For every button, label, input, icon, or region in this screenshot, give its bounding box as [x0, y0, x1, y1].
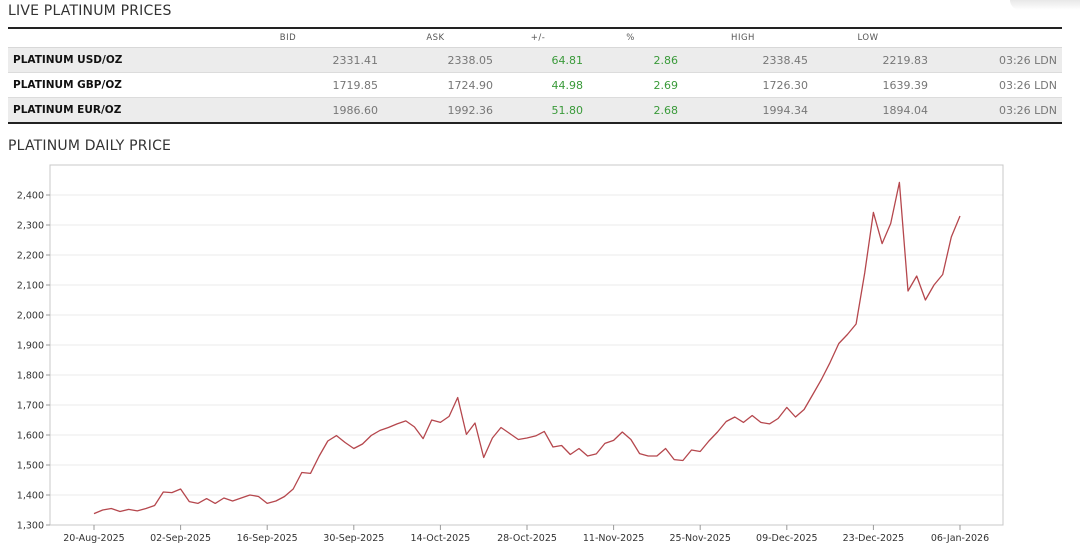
ask-value: 1992.36 [447, 103, 494, 117]
x-tick-label: 30-Sep-2025 [323, 533, 384, 543]
high-value: 1726.30 [762, 78, 809, 92]
y-tick-label: 2,100 [17, 281, 44, 292]
live-prices-table: BID ASK +/- % HIGH LOW PLATINUM USD/OZ 2… [8, 27, 1062, 124]
y-tick-label: 2,400 [17, 191, 44, 202]
live-prices-title: LIVE PLATINUM PRICES [8, 3, 172, 19]
daily-chart-title: PLATINUM DAILY PRICE [8, 138, 172, 154]
x-axis: 20-Aug-2025 02-Sep-2025 16-Sep-2025 30-Sep-… [63, 525, 989, 543]
col-header-low: LOW [857, 33, 879, 43]
y-tick-label: 1,700 [17, 401, 44, 412]
y-tick-label: 1,900 [17, 341, 44, 352]
low-value: 2219.83 [882, 53, 929, 67]
x-tick-label: 16-Sep-2025 [237, 533, 298, 543]
bid-value: 1986.60 [332, 103, 379, 117]
ask-value: 1724.90 [447, 78, 494, 92]
change-value: 44.98 [551, 78, 584, 92]
col-header-pct: % [626, 33, 635, 43]
pct-value: 2.68 [653, 103, 679, 117]
table-row[interactable]: PLATINUM USD/OZ 2331.41 2338.05 64.81 2.… [8, 47, 1062, 73]
high-value: 2338.45 [762, 53, 809, 67]
y-axis: 1,300 1,400 1,500 1,600 1,700 1,800 1,900 2,000… [17, 191, 50, 532]
pct-value: 2.69 [653, 78, 679, 92]
change-value: 64.81 [551, 53, 584, 67]
pct-value: 2.86 [653, 53, 679, 67]
x-tick-label: 25-Nov-2025 [669, 533, 730, 543]
y-tick-label: 1,500 [17, 461, 44, 472]
x-tick-label: 11-Nov-2025 [583, 533, 644, 543]
grid [50, 194, 1003, 526]
x-tick-label: 28-Oct-2025 [497, 533, 557, 543]
time-value: 03:26 LDN [998, 78, 1057, 92]
col-header-metal [8, 28, 198, 48]
ask-value: 2338.05 [447, 53, 494, 67]
y-tick-label: 2,000 [17, 311, 44, 322]
price-series-line [93, 181, 961, 515]
y-tick-label: 1,300 [17, 521, 44, 532]
y-tick-label: 2,300 [17, 221, 44, 232]
low-value: 1639.39 [882, 78, 929, 92]
col-header-time [928, 28, 1062, 48]
y-tick-label: 1,400 [17, 491, 44, 502]
table-row[interactable]: PLATINUM EUR/OZ 1986.60 1992.36 51.80 2.… [8, 97, 1062, 124]
bid-value: 2331.41 [332, 53, 379, 67]
table-row[interactable]: PLATINUM GBP/OZ 1719.85 1724.90 44.98 2.… [8, 73, 1062, 98]
x-tick-label: 23-Dec-2025 [843, 533, 905, 543]
high-value: 1994.34 [762, 103, 809, 117]
metal-name[interactable]: PLATINUM GBP/OZ [8, 73, 198, 98]
corner-shadow [1010, 0, 1080, 10]
x-tick-label: 06-Jan-2026 [931, 533, 989, 543]
y-tick-label: 2,200 [17, 251, 44, 262]
col-header-change: +/- [530, 33, 546, 43]
col-header-bid: BID [279, 33, 297, 43]
col-header-high: HIGH [731, 33, 755, 43]
change-value: 51.80 [551, 103, 584, 117]
x-tick-label: 14-Oct-2025 [410, 533, 470, 543]
time-value: 03:26 LDN [998, 103, 1057, 117]
bid-value: 1719.85 [332, 78, 379, 92]
x-tick-label: 02-Sep-2025 [150, 533, 211, 543]
col-header-ask: ASK [426, 33, 445, 43]
y-tick-label: 1,600 [17, 431, 44, 442]
metal-name[interactable]: PLATINUM USD/OZ [8, 48, 198, 73]
time-value: 03:26 LDN [998, 53, 1057, 67]
x-tick-label: 20-Aug-2025 [63, 533, 124, 543]
table-header-row: BID ASK +/- % HIGH LOW [8, 28, 1062, 48]
x-tick-label: 09-Dec-2025 [756, 533, 818, 543]
y-tick-label: 1,800 [17, 371, 44, 382]
metal-name[interactable]: PLATINUM EUR/OZ [8, 98, 198, 124]
platinum-daily-price-chart: 20-Aug-2025 02-Sep-2025 16-Sep-2025 30-Sep-… [17, 164, 1004, 543]
low-value: 1894.04 [882, 103, 929, 117]
